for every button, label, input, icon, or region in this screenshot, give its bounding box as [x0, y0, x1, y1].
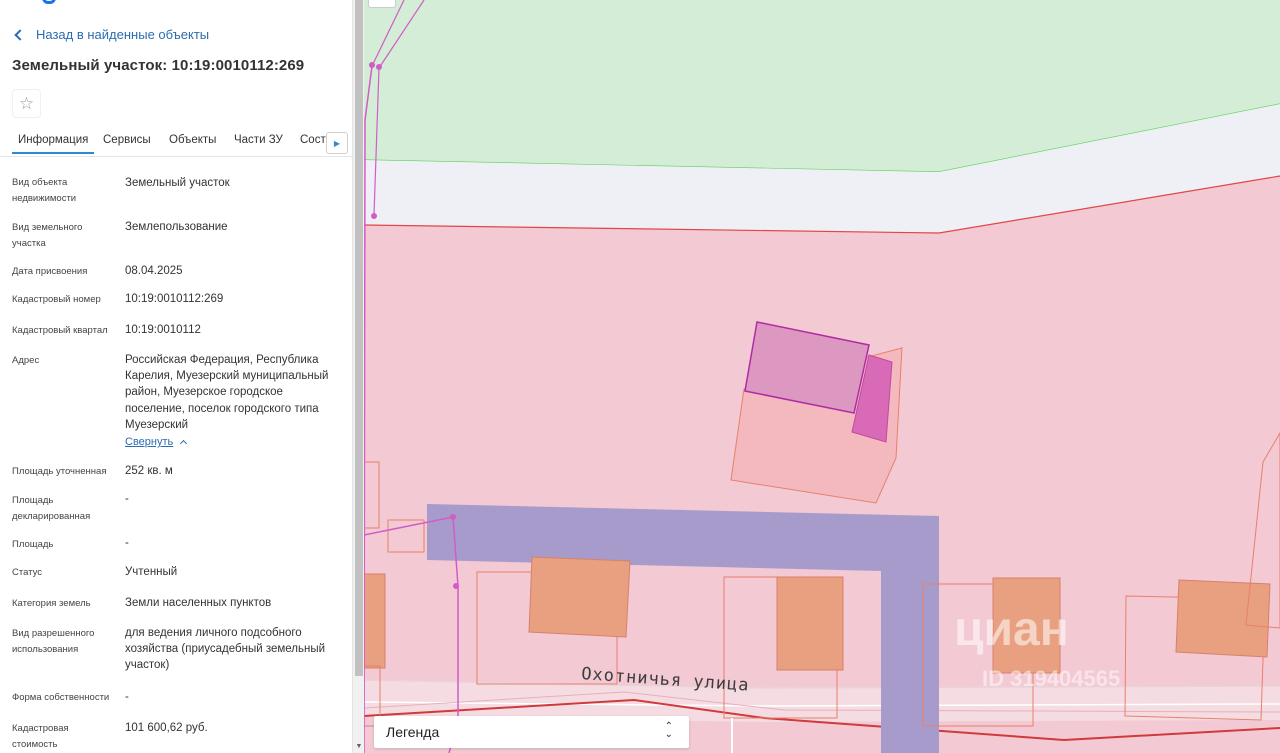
scrollbar-thumb[interactable] [355, 0, 363, 676]
scroll-down-arrow-icon[interactable]: ▼ [355, 743, 363, 751]
detail-value: 10:19:0010112:269 [125, 293, 224, 305]
favorite-button[interactable]: ☆ [12, 89, 41, 118]
detail-label: Дата присвоения [12, 266, 88, 277]
collapse-link-label: Свернуть [125, 436, 174, 448]
info-panel: Назад в найденные объекты Земельный учас… [0, 0, 352, 753]
detail-label: Категория земель [12, 598, 91, 609]
detail-label: Статус [12, 567, 43, 578]
detail-label: Вид разрешенного использования [12, 628, 95, 655]
panel-scrollbar[interactable]: ▼ [352, 0, 364, 753]
back-to-results-link[interactable]: Назад в найденные объекты [12, 27, 209, 42]
page-title: Земельный участок: 10:19:0010112:269 [12, 57, 305, 74]
zoom-control-button[interactable] [368, 0, 396, 8]
address-value: Российская Федерация, Республика Карелия… [125, 354, 329, 431]
detail-label: Площадь [12, 539, 54, 550]
detail-label: Площадь декларированная [12, 495, 91, 522]
detail-value: 08.04.2025 [125, 265, 183, 277]
collapse-address-link[interactable]: Свернуть [125, 436, 188, 448]
chevron-left-icon [14, 28, 26, 41]
back-link-label: Назад в найденные объекты [36, 27, 210, 42]
watermark: циан [954, 603, 1069, 656]
star-icon: ☆ [18, 93, 35, 113]
detail-value: - [125, 493, 129, 505]
detail-label: Кадастровый номер [12, 294, 101, 305]
detail-value: для ведения личного подсобного хозяйства… [125, 627, 326, 672]
detail-value: - [125, 537, 129, 549]
map-canvas [364, 0, 1280, 753]
detail-value: Земельный участок [125, 177, 230, 189]
tab-parts[interactable]: Части ЗУ [234, 134, 283, 146]
chevron-up-icon [180, 439, 188, 448]
detail-value: Учтенный [125, 566, 178, 578]
tab-info[interactable]: Информация [12, 134, 95, 154]
detail-value: Землепользование [125, 221, 228, 233]
detail-label: Вид земельного участка [12, 222, 83, 249]
detail-label: Кадастровый квартал [12, 325, 108, 336]
watermark-id: ID 319404565 [982, 666, 1121, 691]
detail-value: 252 кв. м [125, 465, 173, 477]
cadastral-map[interactable]: Охотничья улица циан ID 319404565 Легенд… [364, 0, 1280, 753]
detail-label: Форма собственности [12, 692, 110, 703]
legend-label: Легенда [386, 724, 440, 740]
logo-icon [42, 0, 56, 4]
detail-label: Вид объекта недвижимости [12, 177, 77, 204]
detail-value: 10:19:0010112 [125, 324, 201, 336]
detail-value: Земли населенных пунктов [125, 597, 272, 609]
chevron-updown-icon: ⌃ ⌄ [664, 721, 673, 740]
detail-label: Адрес [12, 355, 40, 366]
detail-value: - [125, 691, 129, 703]
detail-value: 101 600,62 руб. [125, 722, 208, 734]
app-root: Назад в найденные объекты Земельный учас… [0, 0, 1280, 753]
tabs-scroll-right-button[interactable]: ▶ [326, 132, 348, 154]
tab-bar: Информация Сервисы Объекты Части ЗУ Сост… [0, 128, 352, 157]
detail-label: Площадь уточненная [12, 466, 107, 477]
tab-services[interactable]: Сервисы [103, 134, 151, 146]
legend-dropdown[interactable]: Легенда ⌃ ⌄ [374, 716, 689, 748]
tab-objects[interactable]: Объекты [169, 134, 216, 146]
caret-right-icon: ▶ [333, 138, 341, 148]
detail-label: Кадастровая стоимость [12, 723, 69, 750]
